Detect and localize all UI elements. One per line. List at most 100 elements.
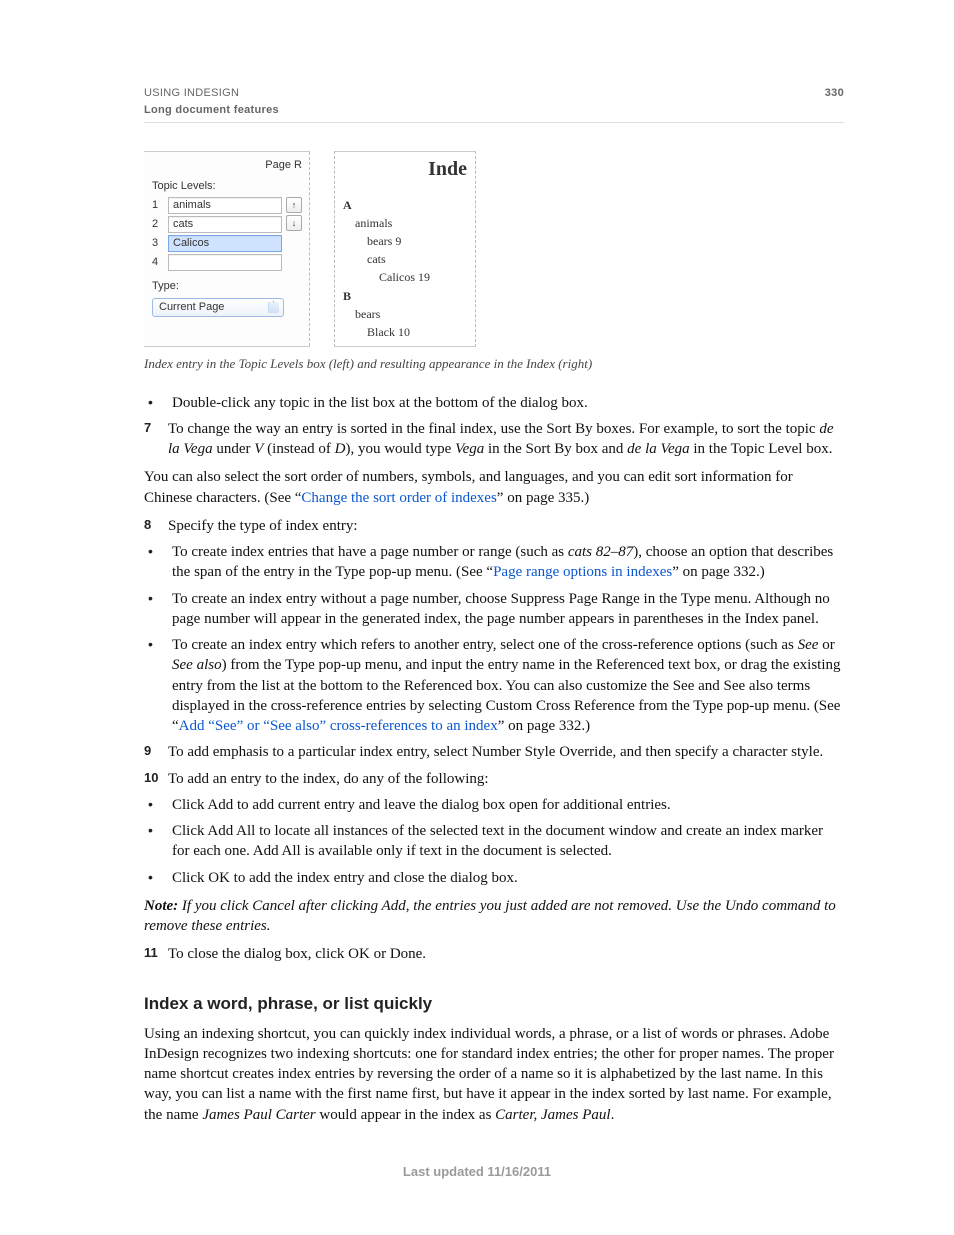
topic-level-row: 1 animals — [152, 197, 282, 214]
level-3-input[interactable]: Calicos — [168, 235, 282, 252]
step-text: To close the dialog box, click OK or Don… — [168, 944, 844, 964]
list-text: Double-click any topic in the list box a… — [172, 393, 844, 413]
link-add-see-crossref[interactable]: Add “See” or “See also” cross-references… — [179, 718, 498, 734]
text-run: in the Sort By box and — [484, 441, 627, 457]
bullet-icon: • — [144, 542, 172, 583]
text-run: ” on page 332.) — [498, 718, 590, 734]
bullet-icon: • — [144, 821, 172, 862]
index-entry: cats — [367, 251, 467, 267]
bullet-icon: • — [144, 635, 172, 736]
step-number: 7 — [144, 419, 168, 460]
index-section-a: A — [343, 197, 467, 213]
index-result-pane: Inde A animals bears 9 cats Calicos 19 B… — [334, 151, 476, 348]
text-run-italic: de la Vega — [627, 441, 689, 457]
level-move-buttons: ↑ ↓ — [286, 197, 302, 273]
text-run: in the Topic Level box. — [690, 441, 833, 457]
topic-level-row: 2 cats — [152, 216, 282, 233]
list-text: Click Add All to locate all instances of… — [172, 821, 844, 862]
list-item: • To create an index entry which refers … — [144, 635, 844, 736]
text-run: To change the way an entry is sorted in … — [168, 421, 819, 437]
step-number: 9 — [144, 742, 168, 762]
link-page-range-options[interactable]: Page range options in indexes — [493, 564, 672, 580]
text-run: under — [213, 441, 255, 457]
footer-updated: Last updated 11/16/2011 — [0, 1163, 954, 1181]
level-number: 1 — [152, 198, 162, 213]
header-title: USING INDESIGN — [144, 86, 279, 101]
text-run-italic: See also — [172, 657, 222, 673]
topic-level-row: 4 — [152, 254, 282, 271]
index-section-b: B — [343, 288, 467, 304]
topic-levels-label: Topic Levels: — [152, 179, 302, 194]
level-number: 3 — [152, 236, 162, 251]
running-header: USING INDESIGN Long document features 33… — [144, 86, 844, 118]
text-run: . — [611, 1107, 615, 1123]
paragraph: Using an indexing shortcut, you can quic… — [144, 1024, 844, 1125]
list-item: • Click Add to add current entry and lea… — [144, 795, 844, 815]
panel-crop-edge — [309, 152, 310, 347]
step-text: To change the way an entry is sorted in … — [168, 419, 844, 460]
paragraph: You can also select the sort order of nu… — [144, 467, 844, 508]
index-entry: bears 9 — [367, 233, 467, 249]
level-4-input[interactable] — [168, 254, 282, 271]
type-select-value: Current Page — [159, 301, 224, 313]
text-run-italic: D — [335, 441, 346, 457]
page-reference-label: Page R — [152, 158, 302, 173]
step-item: 9 To add emphasis to a particular index … — [144, 742, 844, 762]
bullet-icon: • — [144, 868, 172, 888]
list-text: Click Add to add current entry and leave… — [172, 795, 844, 815]
step-item: 11 To close the dialog box, click OK or … — [144, 944, 844, 964]
step-text: To add emphasis to a particular index en… — [168, 742, 844, 762]
bullet-icon: • — [144, 795, 172, 815]
list-item: • To create index entries that have a pa… — [144, 542, 844, 583]
step-item: 10 To add an entry to the index, do any … — [144, 769, 844, 789]
step-text: To add an entry to the index, do any of … — [168, 769, 844, 789]
text-run: ), you would type — [345, 441, 455, 457]
type-select[interactable]: Current Page ▲▼ — [152, 298, 284, 317]
note-prefix: Note: — [144, 898, 178, 914]
text-run: ” on page 332.) — [672, 564, 764, 580]
text-run-italic: cats 82–87 — [568, 544, 633, 560]
header-left: USING INDESIGN Long document features — [144, 86, 279, 118]
text-run: would appear in the index as — [316, 1107, 496, 1123]
bullet-icon: • — [144, 393, 172, 413]
header-subtitle: Long document features — [144, 103, 279, 118]
figure: Page R Topic Levels: 1 animals 2 cats 3 … — [144, 151, 844, 348]
type-label: Type: — [152, 279, 302, 294]
page-number: 330 — [825, 86, 844, 101]
level-1-input[interactable]: animals — [168, 197, 282, 214]
text-run: (instead of — [263, 441, 334, 457]
list-item: • To create an index entry without a pag… — [144, 589, 844, 630]
move-down-button[interactable]: ↓ — [286, 215, 302, 231]
index-entry: bears — [355, 306, 467, 322]
header-rule — [144, 122, 844, 123]
list-item: • Click OK to add the index entry and cl… — [144, 868, 844, 888]
text-run: To create index entries that have a page… — [172, 544, 568, 560]
level-2-input[interactable]: cats — [168, 216, 282, 233]
index-entry: animals — [355, 215, 467, 231]
note-body: If you click Cancel after clicking Add, … — [144, 898, 836, 934]
list-text: To create index entries that have a page… — [172, 542, 844, 583]
chevron-updown-icon: ▲▼ — [270, 301, 277, 313]
list-item: • Click Add All to locate all instances … — [144, 821, 844, 862]
text-run-italic: James Paul Carter — [202, 1107, 315, 1123]
list-text: Click OK to add the index entry and clos… — [172, 868, 844, 888]
index-entry: Calicos 19 — [379, 269, 467, 285]
topic-level-row: 3 Calicos — [152, 235, 282, 252]
move-up-button[interactable]: ↑ — [286, 197, 302, 213]
step-number: 11 — [144, 944, 168, 964]
step-item: 7 To change the way an entry is sorted i… — [144, 419, 844, 460]
list-text: To create an index entry without a page … — [172, 589, 844, 630]
topic-levels-panel: Page R Topic Levels: 1 animals 2 cats 3 … — [144, 151, 310, 348]
text-run-italic: Carter, James Paul — [495, 1107, 610, 1123]
page: USING INDESIGN Long document features 33… — [0, 0, 954, 1235]
section-heading: Index a word, phrase, or list quickly — [144, 993, 844, 1016]
link-change-sort-order[interactable]: Change the sort order of indexes — [301, 490, 496, 506]
bullet-icon: • — [144, 589, 172, 630]
level-number: 4 — [152, 255, 162, 270]
text-run: ” on page 335.) — [497, 490, 589, 506]
index-entry: Black 10 — [367, 324, 467, 340]
list-text: To create an index entry which refers to… — [172, 635, 844, 736]
index-result-title: Inde — [343, 156, 467, 183]
text-run-italic: Vega — [455, 441, 484, 457]
step-item: 8 Specify the type of index entry: — [144, 516, 844, 536]
